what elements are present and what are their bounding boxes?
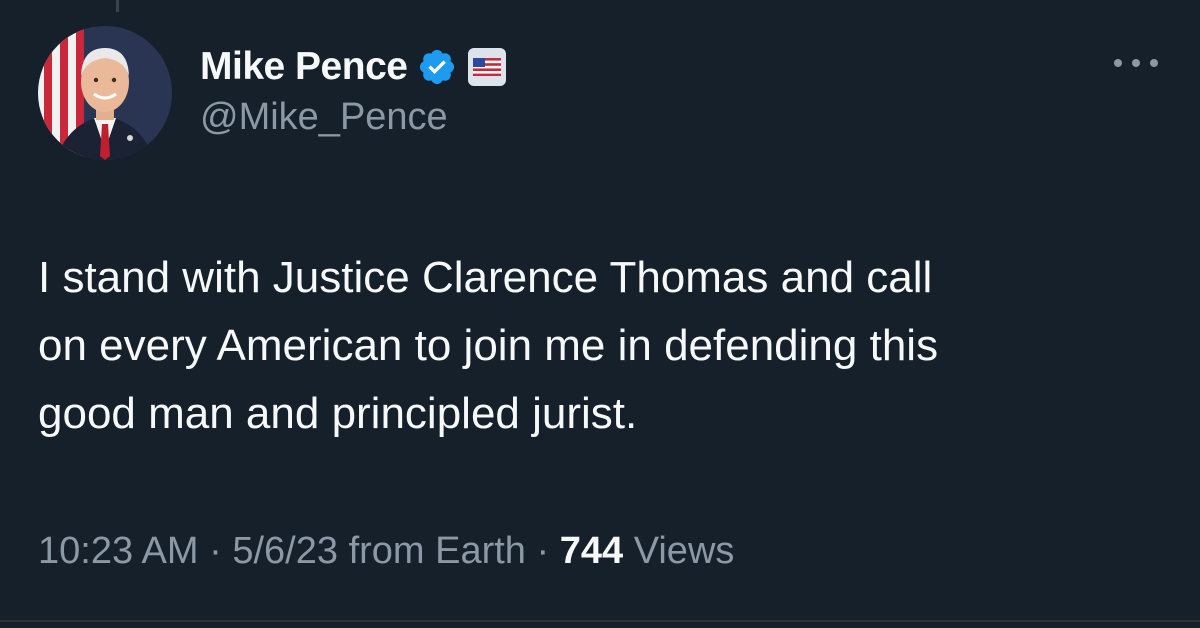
- views-count[interactable]: 744: [560, 530, 623, 572]
- tweet-card: Mike Pence @Mike_Pence I stand with Just…: [0, 0, 1200, 628]
- thread-connector: [116, 0, 119, 12]
- author-handle[interactable]: @Mike_Pence: [200, 96, 448, 139]
- tweet-text-line: good man and principled jurist.: [38, 389, 638, 438]
- tweet-text-line: I stand with Justice Clarence Thomas and…: [38, 253, 933, 302]
- separator: ·: [209, 530, 222, 572]
- tweet-text: I stand with Justice Clarence Thomas and…: [38, 244, 1158, 448]
- author-name-row: Mike Pence: [200, 40, 507, 94]
- dot: [1114, 59, 1122, 67]
- verified-badge-icon[interactable]: [417, 47, 457, 87]
- tweet-text-line: on every American to join me in defendin…: [38, 321, 939, 370]
- views-label: Views: [633, 530, 735, 572]
- divider: [0, 620, 1200, 622]
- dot: [1150, 59, 1158, 67]
- display-name[interactable]: Mike Pence: [200, 45, 408, 89]
- more-options-icon[interactable]: [1114, 48, 1158, 78]
- us-flag-icon: [467, 47, 507, 87]
- dot: [1132, 59, 1140, 67]
- tweet-meta: 10:23 AM · 5/6/23 from Earth · 744 Views: [38, 530, 734, 573]
- tweet-date[interactable]: 5/6/23: [232, 530, 338, 572]
- avatar[interactable]: [38, 26, 172, 160]
- tweet-source: from Earth: [348, 530, 526, 572]
- separator: ·: [536, 530, 550, 572]
- tweet-time[interactable]: 10:23 AM: [38, 530, 199, 572]
